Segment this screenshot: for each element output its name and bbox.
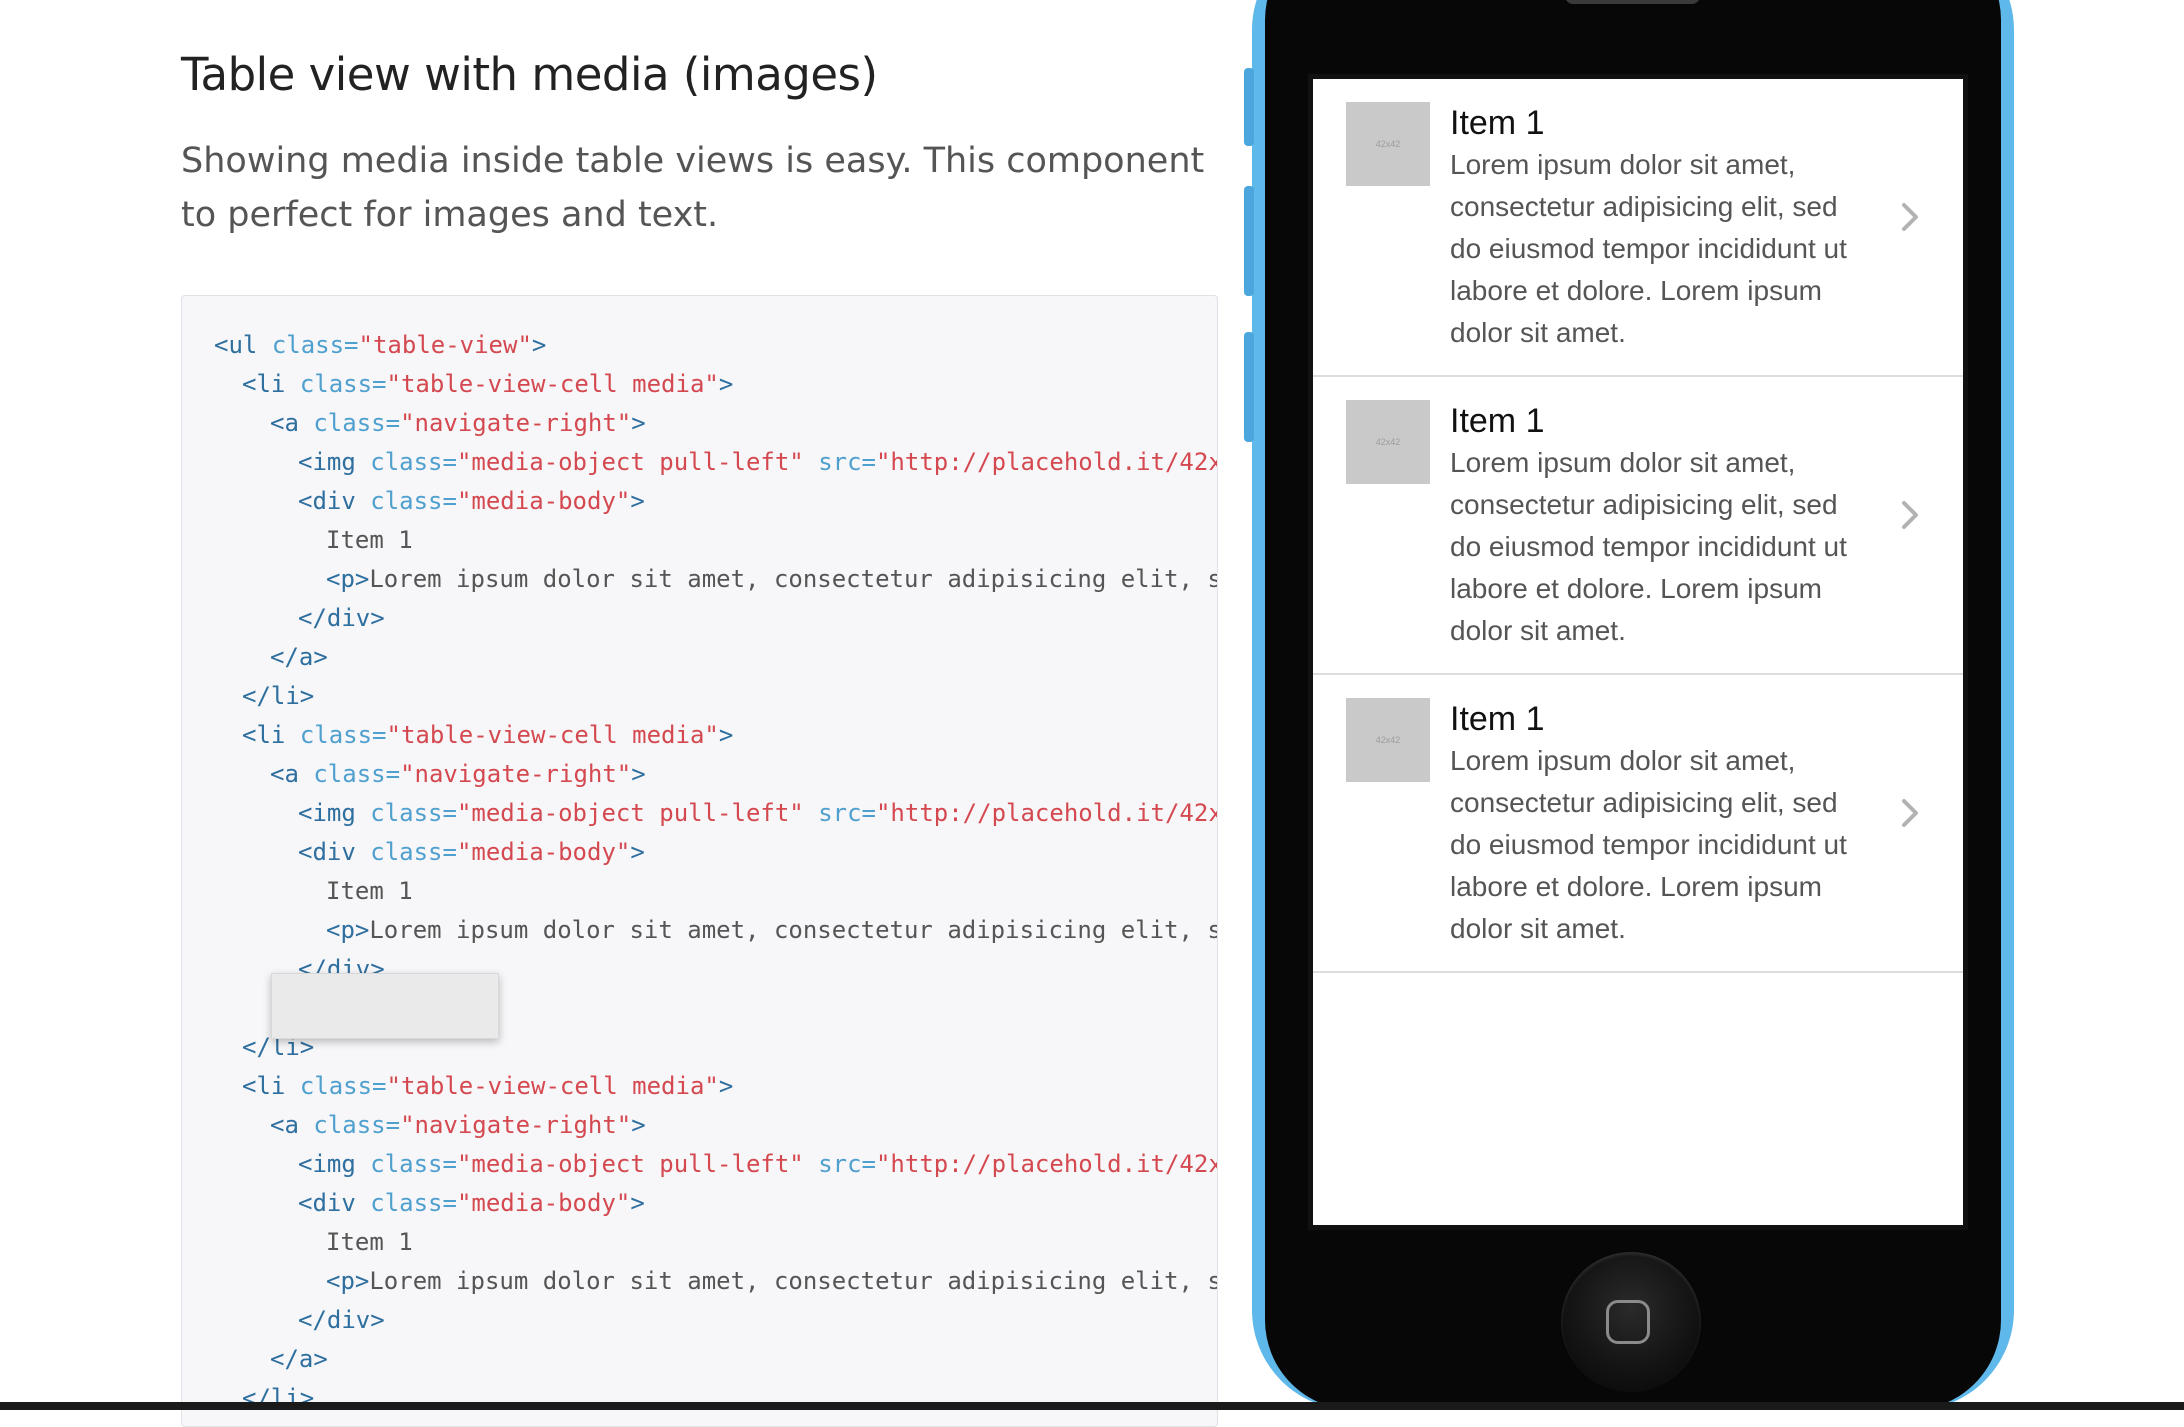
code-line: </li> [242, 682, 315, 710]
chevron-right-icon [1902, 203, 1918, 231]
code-line: </div> [298, 604, 385, 632]
code-line: Item 1 [326, 1228, 413, 1256]
table-view-cell[interactable]: 42x42 Item 1 Lorem ipsum dolor sit amet,… [1313, 675, 1963, 973]
code-line: <li class="table-view-cell media"> [242, 370, 734, 398]
phone-screen: 42x42 Item 1 Lorem ipsum dolor sit amet,… [1308, 74, 1968, 1230]
code-line: <img class="media-object pull-left" src=… [298, 799, 1218, 827]
code-line: Item 1 [326, 526, 413, 554]
cell-text: Lorem ipsum dolor sit amet, consectetur … [1450, 447, 1847, 646]
media-thumbnail: 42x42 [1346, 400, 1430, 484]
code-line: <p>Lorem ipsum dolor sit amet, consectet… [326, 1267, 1218, 1295]
code-line: </a> [270, 643, 328, 671]
section-heading: Table view with media (images) [181, 48, 878, 101]
code-example: <ul class="table-view"> <li class="table… [181, 295, 1218, 1427]
code-line: <img class="media-object pull-left" src=… [298, 448, 1218, 476]
code-line: <p>Lorem ipsum dolor sit amet, consectet… [326, 565, 1218, 593]
code-line: <li class="table-view-cell media"> [242, 1072, 734, 1100]
phone-side-button [1244, 332, 1254, 442]
section-lead: Showing media inside table views is easy… [181, 141, 1205, 235]
home-square-icon [1606, 1300, 1650, 1344]
code-line: <a class="navigate-right"> [270, 760, 646, 788]
code-line: <a class="navigate-right"> [270, 1111, 646, 1139]
phone-speaker [1565, 0, 1700, 4]
media-thumbnail: 42x42 [1346, 102, 1430, 186]
media-thumbnail: 42x42 [1346, 698, 1430, 782]
code-line: </li> [242, 1384, 315, 1412]
code-line: </a> [270, 1345, 328, 1373]
code-line: <div class="media-body"> [298, 487, 645, 515]
phone-side-button [1244, 186, 1254, 296]
drag-ghost-overlay [271, 973, 499, 1039]
chevron-right-icon [1902, 799, 1918, 827]
cell-text: Lorem ipsum dolor sit amet, consectetur … [1450, 745, 1847, 944]
code-line: <div class="media-body"> [298, 1189, 645, 1217]
phone-side-button [1244, 68, 1254, 146]
code-line: <img class="media-object pull-left" src=… [298, 1150, 1218, 1178]
code-line: <div class="media-body"> [298, 838, 645, 866]
code-line: <p>Lorem ipsum dolor sit amet, consectet… [326, 916, 1218, 944]
code-line: </div> [298, 1306, 385, 1334]
cell-title: Item 1 [1450, 104, 1545, 142]
code-line: <a class="navigate-right"> [270, 409, 646, 437]
table-view-cell[interactable]: 42x42 Item 1 Lorem ipsum dolor sit amet,… [1313, 377, 1963, 675]
table-view-cell[interactable]: 42x42 Item 1 Lorem ipsum dolor sit amet,… [1313, 79, 1963, 377]
code-line: <ul class="table-view"> [214, 331, 547, 359]
code-line: <li class="table-view-cell media"> [242, 721, 734, 749]
cell-title: Item 1 [1450, 700, 1545, 738]
home-button-icon[interactable] [1561, 1252, 1701, 1392]
cell-title: Item 1 [1450, 402, 1545, 440]
cell-text: Lorem ipsum dolor sit amet, consectetur … [1450, 149, 1847, 348]
bottom-edge-bar [0, 1402, 2184, 1410]
code-line: Item 1 [326, 877, 413, 905]
chevron-right-icon [1902, 501, 1918, 529]
